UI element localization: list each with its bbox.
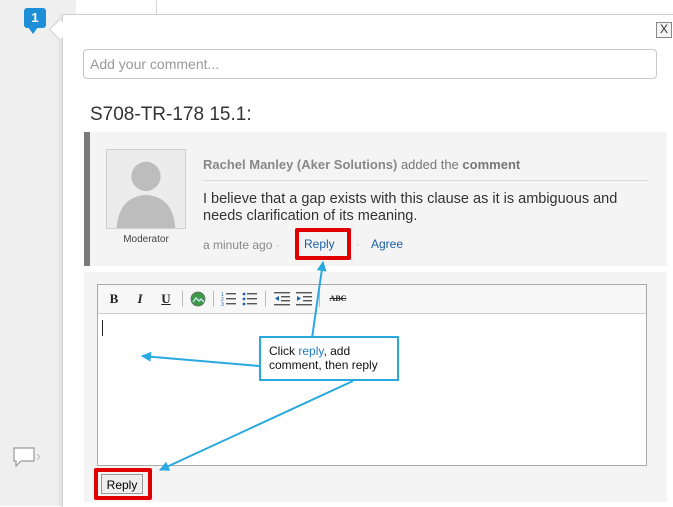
add-comment-input[interactable] bbox=[83, 49, 657, 79]
agree-link[interactable]: Agree bbox=[371, 237, 403, 251]
comment-header: Rachel Manley (Aker Solutions) added the… bbox=[203, 157, 520, 172]
timestamp-text: a minute ago bbox=[203, 238, 273, 252]
spellcheck-button[interactable]: ABC bbox=[327, 291, 349, 307]
separator: · bbox=[275, 238, 280, 252]
separator: · bbox=[356, 237, 360, 251]
bold-button[interactable]: B bbox=[108, 291, 120, 307]
action-target: comment bbox=[462, 157, 521, 172]
comment-body: I believe that a gap exists with this cl… bbox=[203, 191, 618, 224]
callout-keyword: reply bbox=[298, 344, 324, 358]
svg-text:3: 3 bbox=[221, 302, 224, 307]
callout-text-start: Click bbox=[269, 344, 299, 358]
text-cursor bbox=[102, 320, 103, 336]
reply-link-highlight bbox=[295, 228, 351, 260]
card-divider bbox=[203, 180, 648, 181]
chat-bubble-icon[interactable] bbox=[12, 446, 42, 468]
comment-timestamp: a minute ago · bbox=[203, 238, 280, 252]
avatar-placeholder bbox=[106, 149, 186, 229]
instruction-callout: Click reply, add comment, then reply bbox=[259, 336, 399, 381]
author-name[interactable]: Rachel Manley (Aker Solutions) bbox=[203, 157, 397, 172]
outdent-icon[interactable] bbox=[274, 291, 290, 307]
reply-button-highlight bbox=[94, 468, 152, 500]
toolbar-separator bbox=[213, 291, 214, 307]
bullet-list-icon[interactable] bbox=[242, 291, 258, 307]
issue-title: S708-TR-178 15.1: bbox=[90, 104, 252, 125]
underline-button[interactable]: U bbox=[160, 291, 172, 307]
close-button[interactable]: X bbox=[656, 22, 672, 38]
toolbar-separator bbox=[265, 291, 266, 307]
numbered-list-icon[interactable]: 1 2 3 bbox=[221, 291, 237, 307]
toolbar-separator bbox=[319, 291, 320, 307]
insert-image-icon[interactable] bbox=[190, 291, 206, 307]
comment-count-badge[interactable]: 1 bbox=[24, 8, 46, 34]
author-role: Moderator bbox=[123, 234, 169, 245]
toolbar-separator bbox=[182, 291, 183, 307]
italic-button[interactable]: I bbox=[134, 291, 146, 307]
action-text: added the bbox=[400, 157, 459, 172]
indent-icon[interactable] bbox=[296, 291, 312, 307]
editor-toolbar: B I U 1 2 3 ABC bbox=[98, 285, 646, 314]
